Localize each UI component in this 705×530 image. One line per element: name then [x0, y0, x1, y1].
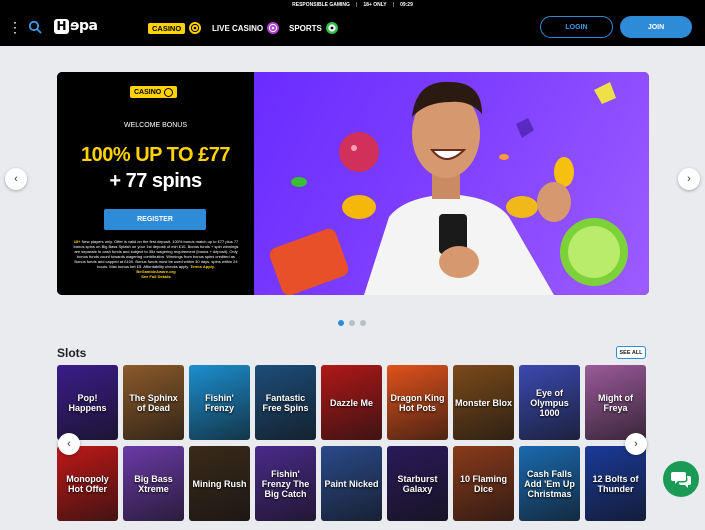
game-tile[interactable]: Dragon King Hot Pots	[387, 365, 448, 440]
register-button[interactable]: REGISTER	[104, 209, 206, 230]
game-title: 10 Flaming Dice	[459, 473, 507, 494]
game-title: Mining Rush	[192, 478, 247, 489]
game-tile[interactable]: Paint Nicked	[321, 446, 382, 521]
game-title: Dazzle Me	[329, 397, 373, 408]
join-button[interactable]: JOIN	[620, 16, 692, 38]
hero-offer-panel: CASINO WELCOME BONUS 100% UP TO £77 + 77…	[57, 72, 254, 295]
terms-apply-link[interactable]: Terms Apply.	[190, 264, 215, 269]
game-title: Eye of Olympus 1000	[530, 387, 569, 418]
chevron-left-icon[interactable]: ‹	[5, 168, 27, 190]
offer-spins: + 77 spins	[109, 170, 202, 192]
login-button[interactable]: LOGIN	[540, 16, 613, 38]
nav-live-casino-label: LIVE CASINO	[212, 23, 264, 33]
terms-text: 18+ New players only. Offer is valid on …	[71, 239, 241, 279]
game-tile[interactable]: Fishin' Frenzy The Big Catch	[255, 446, 316, 521]
site-logo[interactable]: H ɘpa	[54, 17, 98, 37]
game-tile[interactable]: Might of Freya	[585, 365, 646, 440]
welcome-bonus-label: WELCOME BONUS	[123, 122, 187, 129]
game-tile[interactable]: Pop! Happens	[57, 365, 118, 440]
see-full-details-link[interactable]: See Full Details	[141, 274, 171, 279]
clock: 09:29	[400, 1, 413, 8]
game-tile[interactable]: Mining Rush	[189, 446, 250, 521]
game-tile[interactable]: Monopoly Hot Offer	[57, 446, 118, 521]
game-title: Big Bass Xtreme	[134, 473, 173, 494]
notice-bar: RESPONSIBLE GAMING | 18+ ONLY | 09:29	[0, 0, 705, 9]
game-tile[interactable]: 12 Bolts of Thunder	[585, 446, 646, 521]
game-title: Paint Nicked	[324, 478, 379, 489]
hero-image	[254, 72, 649, 295]
responsible-gaming-link[interactable]: RESPONSIBLE GAMING	[292, 2, 350, 8]
nav-live-casino[interactable]: LIVE CASINO	[212, 22, 280, 34]
hero-tag-label: CASINO	[134, 88, 162, 96]
header: ⋮ H ɘpa CASINO LIVE CASINO SPORTS LOGIN …	[0, 9, 705, 46]
chat-icon[interactable]	[663, 461, 699, 497]
nav-sports-label: SPORTS	[289, 23, 322, 33]
logo-mark: H	[54, 19, 69, 34]
game-tile[interactable]: Fantastic Free Spins	[255, 365, 316, 440]
game-title: Cash Falls Add 'Em Up Christmas	[524, 468, 575, 499]
game-title: Monopoly Hot Offer	[66, 473, 109, 494]
game-tile[interactable]: Monster Blox	[453, 365, 514, 440]
game-title: Monster Blox	[455, 397, 513, 408]
age-notice: 18+ ONLY	[363, 1, 387, 8]
live-casino-icon	[267, 22, 280, 34]
game-tile[interactable]: Cash Falls Add 'Em Up Christmas	[519, 446, 580, 521]
game-tile[interactable]: Fishin' Frenzy	[189, 365, 250, 440]
game-title: Dragon King Hot Pots	[390, 392, 445, 413]
game-title: Fishin' Frenzy The Big Catch	[261, 468, 310, 499]
nav-sports[interactable]: SPORTS	[289, 22, 338, 34]
section-title-slots: Slots	[57, 346, 87, 360]
casino-chip-icon	[189, 22, 202, 34]
game-tile[interactable]: The Sphinx of Dead	[123, 365, 184, 440]
hero-illustration	[269, 81, 628, 295]
notice-separator: |	[392, 1, 395, 8]
game-title: Fantastic Free Spins	[262, 392, 309, 413]
kebab-menu-icon[interactable]: ⋮	[8, 19, 22, 35]
game-title: 12 Bolts of Thunder	[592, 473, 639, 494]
game-tile[interactable]: Starburst Galaxy	[387, 446, 448, 521]
carousel-dot[interactable]	[360, 320, 366, 326]
nav-casino-label: CASINO	[148, 22, 186, 34]
game-title: The Sphinx of Dead	[129, 392, 178, 413]
game-tile[interactable]: Eye of Olympus 1000	[519, 365, 580, 440]
carousel-dot[interactable]	[349, 320, 355, 326]
sports-ball-icon	[325, 22, 338, 34]
chevron-right-icon[interactable]: ›	[678, 168, 700, 190]
chevron-left-icon[interactable]: ‹	[58, 433, 80, 455]
game-title: Pop! Happens	[68, 392, 107, 413]
chevron-right-icon[interactable]: ›	[625, 433, 647, 455]
carousel-dot[interactable]	[338, 320, 344, 326]
carousel-dots	[338, 320, 366, 326]
game-title: Might of Freya	[598, 392, 633, 413]
search-icon[interactable]	[28, 20, 42, 34]
game-tile[interactable]: 10 Flaming Dice	[453, 446, 514, 521]
game-tile[interactable]: Dazzle Me	[321, 365, 382, 440]
notice-separator: |	[355, 1, 358, 8]
hero-casino-tag: CASINO	[130, 86, 178, 98]
hero-banner[interactable]: CASINO WELCOME BONUS 100% UP TO £77 + 77…	[57, 72, 649, 295]
nav-casino[interactable]: CASINO	[148, 22, 202, 34]
logo-text: ɘpa	[70, 18, 98, 34]
game-title: Starburst Galaxy	[397, 473, 438, 494]
game-tile[interactable]: Big Bass Xtreme	[123, 446, 184, 521]
offer-headline: 100% UP TO £77	[80, 144, 231, 166]
casino-chip-icon	[164, 87, 174, 97]
see-all-button[interactable]: SEE ALL	[616, 346, 646, 359]
game-title: Fishin' Frenzy	[204, 392, 234, 413]
